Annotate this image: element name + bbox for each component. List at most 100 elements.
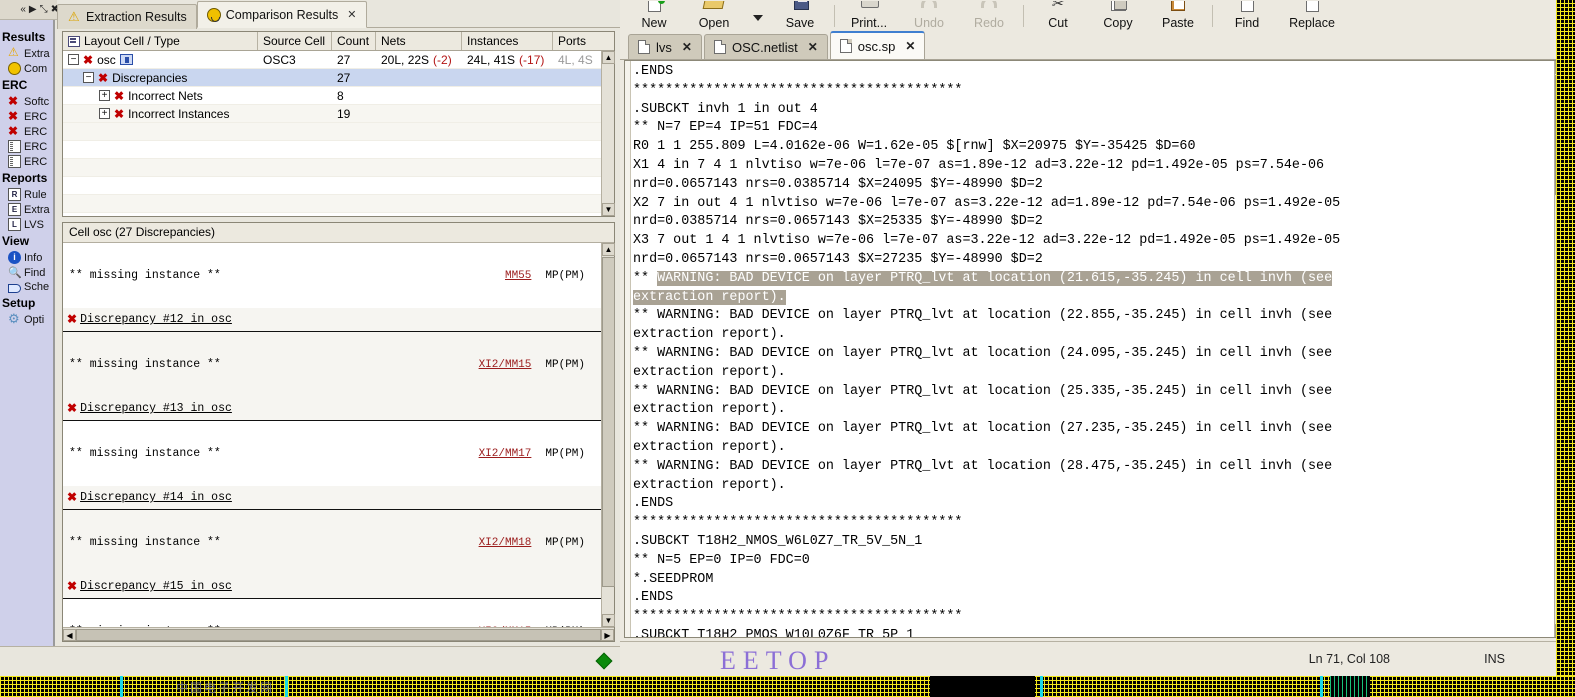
expander-icon[interactable]: − bbox=[83, 72, 94, 83]
green-diamond-icon[interactable] bbox=[595, 652, 613, 670]
paste-button[interactable]: Paste bbox=[1148, 0, 1208, 30]
list-item[interactable]: ** missing instance ** XI2/MM18 MP(PM) ✖… bbox=[63, 510, 601, 599]
new-button[interactable]: New bbox=[624, 0, 684, 30]
tab-osc-sp[interactable]: osc.sp ✕ bbox=[829, 31, 926, 59]
discrepancy-list[interactable]: ** missing instance ** MM55 MP(PM) ✖ Dis… bbox=[63, 243, 601, 627]
close-icon[interactable]: ✕ bbox=[905, 39, 915, 53]
tab-lvs[interactable]: lvs ✕ bbox=[628, 34, 702, 59]
instance-link[interactable]: MM55 bbox=[505, 270, 531, 282]
tab-osc-netlist[interactable]: OSC.netlist ✕ bbox=[703, 34, 828, 59]
sidebar-item-erc-3[interactable]: ERC bbox=[0, 139, 53, 154]
expander-icon[interactable]: + bbox=[99, 108, 110, 119]
sidebar-item-lvs-report[interactable]: L LVS bbox=[0, 217, 53, 232]
maximize-icon[interactable]: ⤡ bbox=[40, 4, 48, 15]
tab-comparison-results[interactable]: Comparison Results ✕ bbox=[196, 1, 367, 28]
table-row-empty bbox=[63, 159, 614, 177]
table-row[interactable]: + ✖ Incorrect Nets 8 bbox=[63, 87, 614, 105]
gear-icon bbox=[8, 311, 21, 327]
expander-icon[interactable]: + bbox=[99, 90, 110, 101]
cut-button[interactable]: ✂ Cut bbox=[1028, 0, 1088, 30]
column-header-label: Nets bbox=[381, 34, 406, 48]
sidebar-item-find[interactable]: Find bbox=[0, 265, 53, 280]
scroll-up-arrow-icon[interactable]: ▲ bbox=[602, 243, 615, 256]
table-icon bbox=[68, 35, 80, 47]
scroll-up-arrow-icon[interactable]: ▲ bbox=[602, 51, 615, 64]
sidebar-item-options[interactable]: Opti bbox=[0, 311, 53, 327]
expander-icon[interactable]: − bbox=[68, 54, 79, 65]
wallpaper-line bbox=[1040, 676, 1043, 697]
instance-link[interactable]: XI2/MM17 bbox=[479, 448, 532, 460]
discrepancy-horizontal-scrollbar[interactable]: ◀ ▶ bbox=[63, 627, 614, 641]
replace-button[interactable]: Replace bbox=[1277, 0, 1347, 30]
sidebar-item-info[interactable]: i Info bbox=[0, 250, 53, 265]
list-item[interactable]: ** missing instance ** XI0/MM15 MP(PM) ✖… bbox=[63, 599, 601, 627]
column-header-source-cell[interactable]: Source Cell bbox=[258, 32, 332, 50]
close-icon[interactable]: ✕ bbox=[808, 40, 818, 54]
sidebar-item-erc-4[interactable]: ERC bbox=[0, 154, 53, 169]
column-header-label: Ports bbox=[558, 34, 587, 48]
sidebar-item-extraction-results[interactable]: Extra bbox=[0, 45, 53, 61]
open-dropdown-button[interactable] bbox=[744, 0, 770, 30]
sidebar-item-rule-report[interactable]: R Rule bbox=[0, 187, 53, 202]
editor-text[interactable]: .ENDS **********************************… bbox=[633, 63, 1553, 637]
list-item[interactable]: ** missing instance ** XI2/MM17 MP(PM) ✖… bbox=[63, 421, 601, 510]
find-button[interactable]: Find bbox=[1217, 0, 1277, 30]
red-x-icon: ✖ bbox=[114, 88, 125, 103]
red-x-icon: ✖ bbox=[67, 579, 78, 593]
column-header-count[interactable]: Count bbox=[332, 32, 376, 50]
editor-status-bar: EETOP Ln 71, Col 108 INS bbox=[620, 641, 1575, 676]
column-header-instances[interactable]: Instances bbox=[462, 32, 553, 50]
open-button[interactable]: Open bbox=[684, 0, 744, 30]
red-x-icon: ✖ bbox=[83, 52, 94, 67]
print-button[interactable]: Print... bbox=[839, 0, 899, 30]
save-button[interactable]: Save bbox=[770, 0, 830, 30]
window-controls[interactable]: « ▶ ⤡ ✖ bbox=[0, 0, 62, 20]
sidebar-item-extraction-report[interactable]: E Extra bbox=[0, 202, 53, 217]
scroll-down-arrow-icon[interactable]: ▼ bbox=[602, 203, 615, 216]
copy-button[interactable]: Copy bbox=[1088, 0, 1148, 30]
list-item[interactable]: ** missing instance ** MM55 MP(PM) ✖ Dis… bbox=[63, 243, 601, 332]
button-label: Cut bbox=[1048, 16, 1068, 30]
scroll-right-arrow-icon[interactable]: ▶ bbox=[601, 628, 614, 641]
table-row[interactable]: − ✖ Discrepancies 27 bbox=[63, 69, 614, 87]
discrepancy-heading-row[interactable]: ✖ Discrepancy #15 in osc bbox=[63, 575, 601, 599]
table-row[interactable]: − ✖ osc OSC3 27 20L, 22S (-2) 24L, 41S (… bbox=[63, 51, 614, 69]
column-header-layout-cell-type[interactable]: Layout Cell / Type bbox=[63, 32, 258, 50]
sidebar-item-erc-2[interactable]: ERC bbox=[0, 124, 53, 139]
discrepancy-heading-row[interactable]: ✖ Discrepancy #12 in osc bbox=[63, 308, 601, 332]
code-editor[interactable]: .ENDS **********************************… bbox=[624, 60, 1571, 638]
desktop-right-edge bbox=[1556, 0, 1575, 676]
column-header-ports[interactable]: Ports bbox=[553, 32, 603, 50]
scroll-thumb[interactable] bbox=[602, 257, 615, 587]
lvs-report-icon: L bbox=[8, 218, 21, 231]
scroll-thumb[interactable] bbox=[76, 628, 601, 641]
instance-link[interactable]: XI2/MM15 bbox=[479, 359, 532, 371]
discrepancy-heading-row[interactable]: ✖ Discrepancy #14 in osc bbox=[63, 486, 601, 510]
table-row[interactable]: + ✖ Incorrect Instances 19 bbox=[63, 105, 614, 123]
collapse-icon[interactable]: « bbox=[20, 4, 26, 15]
scroll-down-arrow-icon[interactable]: ▼ bbox=[602, 614, 615, 627]
document-icon bbox=[8, 155, 21, 168]
wallpaper-line bbox=[285, 676, 288, 697]
close-icon[interactable]: ✕ bbox=[347, 8, 356, 21]
tree-vertical-scrollbar[interactable]: ▲ ▼ bbox=[601, 51, 615, 216]
list-item[interactable]: ** missing instance ** XI2/MM15 MP(PM) ✖… bbox=[63, 332, 601, 421]
discrepancy-heading: Discrepancy #14 in osc bbox=[80, 491, 232, 504]
instance-link[interactable]: XI2/MM18 bbox=[479, 537, 532, 549]
sidebar-item-comparison-results[interactable]: Com bbox=[0, 61, 53, 76]
cursor-position-indicator: Ln 71, Col 108 bbox=[1308, 652, 1390, 666]
close-icon[interactable]: ✕ bbox=[682, 40, 692, 54]
sidebar-item-schematic[interactable]: Sche bbox=[0, 280, 53, 294]
tree-header-row: Layout Cell / Type Source Cell Count Net… bbox=[63, 32, 614, 51]
document-icon bbox=[713, 40, 726, 54]
column-header-nets[interactable]: Nets bbox=[376, 32, 462, 50]
undo-button[interactable]: Undo bbox=[899, 0, 959, 30]
play-icon[interactable]: ▶ bbox=[29, 4, 37, 15]
sidebar-item-softchk[interactable]: Softc bbox=[0, 94, 53, 109]
discrepancy-vertical-scrollbar[interactable]: ▲ ▼ bbox=[601, 243, 615, 627]
tab-extraction-results[interactable]: Extraction Results bbox=[57, 4, 197, 29]
discrepancy-heading-row[interactable]: ✖ Discrepancy #13 in osc bbox=[63, 397, 601, 421]
sidebar-item-erc-1[interactable]: ERC bbox=[0, 109, 53, 124]
redo-button[interactable]: Redo bbox=[959, 0, 1019, 30]
scroll-left-arrow-icon[interactable]: ◀ bbox=[63, 628, 76, 641]
